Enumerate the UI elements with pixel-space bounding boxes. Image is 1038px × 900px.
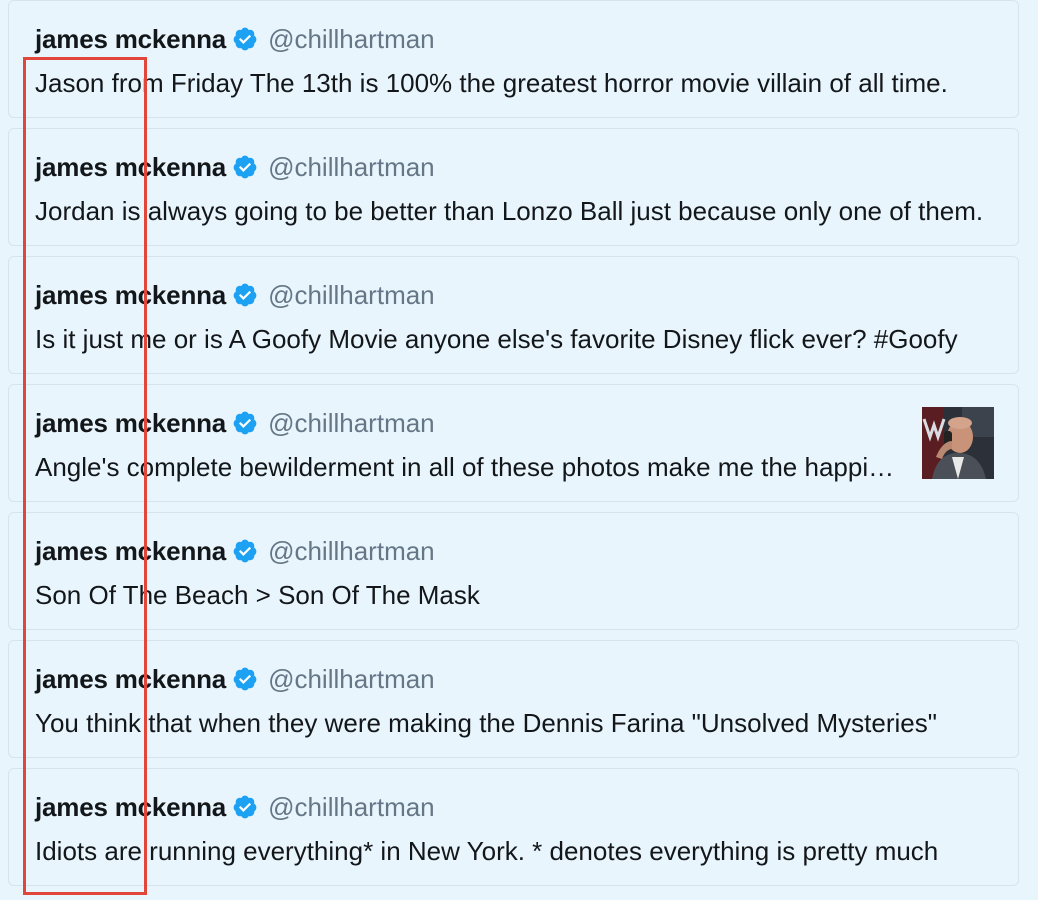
display-name[interactable]: james mckenna bbox=[35, 280, 226, 311]
tweet-header: james mckenna @chillhartman bbox=[35, 405, 435, 441]
verified-badge-icon bbox=[232, 410, 258, 436]
user-handle[interactable]: @chillhartman bbox=[268, 152, 435, 183]
tweet-photo-thumbnail[interactable] bbox=[922, 407, 994, 479]
tweet-card[interactable]: james mckenna @chillhartman Jason from F… bbox=[8, 0, 1019, 118]
display-name[interactable]: james mckenna bbox=[35, 408, 226, 439]
tweet-text: Angle's complete bewilderment in all of … bbox=[35, 452, 901, 482]
tweet-card[interactable]: james mckenna @chillhartman Angle's comp… bbox=[8, 384, 1019, 502]
verified-badge-icon bbox=[232, 154, 258, 180]
tweet-text: Idiots are running everything* in New Yo… bbox=[35, 836, 939, 866]
display-name[interactable]: james mckenna bbox=[35, 664, 226, 695]
user-handle[interactable]: @chillhartman bbox=[268, 280, 435, 311]
tweet-header: james mckenna @chillhartman bbox=[35, 277, 435, 313]
verified-badge-icon bbox=[232, 282, 258, 308]
verified-badge-icon bbox=[232, 666, 258, 692]
tweet-card[interactable]: james mckenna @chillhartman You think th… bbox=[8, 640, 1019, 758]
user-handle[interactable]: @chillhartman bbox=[268, 24, 435, 55]
user-handle[interactable]: @chillhartman bbox=[268, 536, 435, 567]
verified-badge-icon bbox=[232, 538, 258, 564]
tweet-text: You think that when they were making the… bbox=[35, 708, 937, 738]
tweet-card[interactable]: james mckenna @chillhartman Jordan is al… bbox=[8, 128, 1019, 246]
tweet-header: james mckenna @chillhartman bbox=[35, 21, 435, 57]
tweet-card[interactable]: james mckenna @chillhartman Son Of The B… bbox=[8, 512, 1019, 630]
tweet-header: james mckenna @chillhartman bbox=[35, 661, 435, 697]
tweet-card[interactable]: james mckenna @chillhartman Idiots are r… bbox=[8, 768, 1019, 886]
tweet-card[interactable]: james mckenna @chillhartman Is it just m… bbox=[8, 256, 1019, 374]
display-name[interactable]: james mckenna bbox=[35, 152, 226, 183]
user-handle[interactable]: @chillhartman bbox=[268, 792, 435, 823]
verified-badge-icon bbox=[232, 26, 258, 52]
tweet-header: james mckenna @chillhartman bbox=[35, 149, 435, 185]
tweet-text: Jordan is always going to be better than… bbox=[35, 196, 984, 226]
display-name[interactable]: james mckenna bbox=[35, 24, 226, 55]
display-name[interactable]: james mckenna bbox=[35, 792, 226, 823]
tweet-text: Son Of The Beach > Son Of The Mask bbox=[35, 580, 480, 610]
display-name[interactable]: james mckenna bbox=[35, 536, 226, 567]
tweet-text: Jason from Friday The 13th is 100% the g… bbox=[35, 68, 948, 98]
tweet-text: Is it just me or is A Goofy Movie anyone… bbox=[35, 324, 958, 354]
user-handle[interactable]: @chillhartman bbox=[268, 664, 435, 695]
tweet-header: james mckenna @chillhartman bbox=[35, 789, 435, 825]
verified-badge-icon bbox=[232, 794, 258, 820]
user-handle[interactable]: @chillhartman bbox=[268, 408, 435, 439]
tweet-header: james mckenna @chillhartman bbox=[35, 533, 435, 569]
tweet-feed-page: james mckenna @chillhartman Jason from F… bbox=[0, 0, 1038, 900]
